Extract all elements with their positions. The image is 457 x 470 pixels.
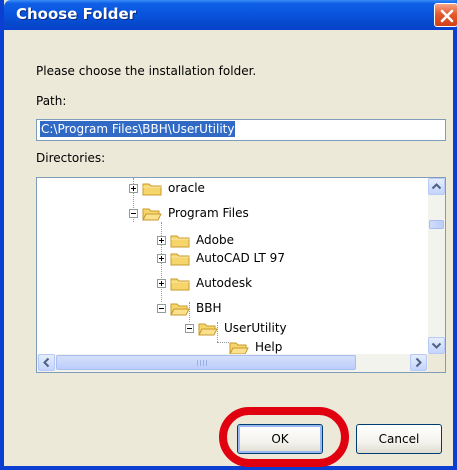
- highlight-annotation: [219, 407, 349, 467]
- tree-item-program-files[interactable]: Program Files: [129, 203, 249, 223]
- title-bar[interactable]: Choose Folder: [4, 0, 457, 30]
- folder-icon: [170, 235, 190, 247]
- scrollbar-corner: [428, 354, 445, 372]
- tree-item-label: Help: [255, 340, 283, 354]
- folder-open-icon: [142, 208, 162, 220]
- vertical-scroll-thumb[interactable]: [429, 220, 444, 229]
- path-label: Path:: [36, 94, 67, 108]
- collapse-icon[interactable]: [185, 323, 194, 333]
- scroll-grip: [197, 360, 207, 366]
- folder-icon: [170, 253, 190, 265]
- scroll-right-button[interactable]: [410, 354, 427, 371]
- scroll-down-button[interactable]: [428, 337, 445, 354]
- folder-open-icon: [170, 303, 190, 315]
- choose-folder-dialog: Choose Folder Please choose the installa…: [0, 0, 457, 470]
- collapse-icon[interactable]: [129, 208, 138, 218]
- tree-item-label: BBH: [196, 301, 222, 315]
- tree-item-label: Adobe: [196, 233, 234, 247]
- expand-icon[interactable]: [129, 183, 138, 193]
- path-input[interactable]: C:\Program Files\BBH\UserUtility: [36, 119, 446, 141]
- folder-open-icon: [198, 323, 218, 335]
- scroll-left-button[interactable]: [38, 354, 55, 371]
- tree-item-userutility[interactable]: UserUtility: [185, 318, 287, 338]
- folder-icon: [170, 278, 190, 290]
- expand-icon[interactable]: [157, 278, 166, 288]
- arrow-right-icon: [415, 357, 422, 368]
- directory-tree[interactable]: oracle Program Files Adobe AutoCAD LT 97…: [36, 177, 446, 373]
- horizontal-scroll-thumb[interactable]: [56, 355, 356, 370]
- horizontal-scrollbar[interactable]: [37, 354, 428, 372]
- window-title: Choose Folder: [16, 5, 137, 23]
- collapse-icon[interactable]: [157, 303, 166, 313]
- tree-item-adobe[interactable]: Adobe: [157, 230, 234, 250]
- arrow-up-icon: [431, 183, 442, 190]
- tree-item-autocad[interactable]: AutoCAD LT 97: [157, 248, 285, 268]
- tree-item-label: AutoCAD LT 97: [196, 251, 285, 265]
- folder-open-icon: [229, 342, 249, 354]
- arrow-down-icon: [431, 342, 442, 349]
- expand-icon[interactable]: [157, 235, 166, 245]
- expand-icon[interactable]: [157, 253, 166, 263]
- tree-item-label: oracle: [168, 181, 205, 195]
- close-button[interactable]: [434, 3, 457, 27]
- path-input-value: C:\Program Files\BBH\UserUtility: [40, 121, 236, 137]
- arrow-left-icon: [43, 357, 50, 368]
- tree-item-oracle[interactable]: oracle: [129, 178, 205, 198]
- tree-item-autodesk[interactable]: Autodesk: [157, 273, 252, 293]
- cancel-button[interactable]: Cancel: [356, 424, 442, 454]
- tree-item-bbh[interactable]: BBH: [157, 298, 222, 318]
- tree-connector: [217, 342, 229, 343]
- instruction-text: Please choose the installation folder.: [36, 64, 257, 78]
- directories-label: Directories:: [36, 151, 106, 165]
- tree-item-label: Autodesk: [196, 276, 253, 290]
- close-icon: [440, 9, 454, 23]
- folder-icon: [142, 183, 162, 195]
- tree-item-label: UserUtility: [224, 321, 287, 335]
- tree-item-label: Program Files: [168, 206, 249, 220]
- scroll-up-button[interactable]: [428, 178, 445, 195]
- vertical-scrollbar[interactable]: [428, 178, 445, 354]
